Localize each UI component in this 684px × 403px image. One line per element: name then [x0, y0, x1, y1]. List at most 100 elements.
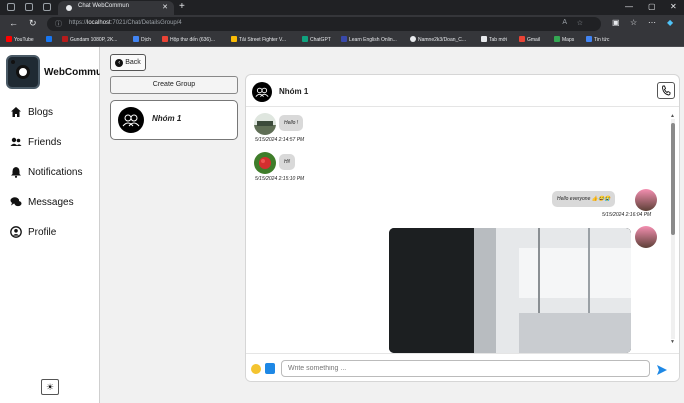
- group-users-icon: [255, 87, 269, 97]
- url-text: https://localhost:7021/Chat/DetailsGroup…: [69, 20, 182, 26]
- theme-toggle-button[interactable]: ☀: [41, 379, 59, 395]
- message-timestamp: 5/15/2024 2:15:10 PM: [255, 176, 305, 182]
- browser-tab[interactable]: Chat WebCommun ✕: [58, 1, 174, 15]
- split-screen-icon[interactable]: ▣: [612, 18, 620, 27]
- own-avatar[interactable]: [635, 226, 657, 248]
- bookmark-mailbox[interactable]: Hộp thư đến (636)...: [162, 36, 215, 43]
- sidebar: WebCommun Blogs Friends Notifications Me…: [0, 47, 108, 403]
- sidebar-item-friends[interactable]: Friends: [10, 134, 61, 150]
- app-root: WebCommun Blogs Friends Notifications Me…: [0, 47, 684, 403]
- message-image[interactable]: [389, 228, 631, 353]
- new-tab-button[interactable]: +: [179, 1, 185, 12]
- bookmark-street-fighter[interactable]: Tải Street Fighter V...: [231, 36, 286, 43]
- message-bubble: Hello !: [279, 115, 304, 131]
- sidebar-item-label: Messages: [28, 196, 74, 208]
- sidebar-item-label: Blogs: [28, 106, 54, 118]
- home-icon: [10, 106, 22, 118]
- more-menu-icon[interactable]: ⋯: [648, 18, 656, 27]
- group-list-item[interactable]: Nhóm 1: [110, 100, 238, 140]
- back-arrow-icon[interactable]: ←: [9, 18, 18, 28]
- bookmark-youtube[interactable]: YouTube: [6, 36, 34, 43]
- photo-content: [389, 228, 631, 353]
- sidebar-item-label: Profile: [28, 226, 57, 238]
- read-aloud-icon[interactable]: A: [562, 19, 567, 26]
- favorite-star-icon[interactable]: ☆: [577, 19, 583, 27]
- arrow-left-icon: ‹: [115, 58, 124, 67]
- bookmark-new-tab[interactable]: Tab mới: [481, 36, 507, 43]
- chat-scrollbar[interactable]: ▲ ▼: [670, 113, 675, 345]
- group-users-icon: [122, 114, 140, 127]
- bookmark-gundam[interactable]: Gundam 1080P, 2K...: [62, 36, 117, 43]
- sidebar-item-notifications[interactable]: Notifications: [10, 164, 82, 180]
- phone-icon: [662, 85, 671, 96]
- workspaces-icon[interactable]: [25, 3, 33, 11]
- group-name: Nhóm 1: [152, 114, 182, 123]
- chat-panel: Nhóm 1 Hello ! 5/15/2024 2:14:57 PM Hi! …: [245, 74, 680, 382]
- bookmark-news[interactable]: Tin tức: [586, 36, 609, 43]
- sidebar-item-label: Notifications: [28, 166, 83, 178]
- browser-tab-strip: Chat WebCommun ✕ + — ▢ ✕: [0, 0, 684, 15]
- copilot-icon[interactable]: ◆: [667, 18, 673, 27]
- own-avatar[interactable]: [635, 189, 657, 211]
- message-bubble: Hello everyone 👍😂😭: [552, 191, 616, 207]
- app-logo[interactable]: [6, 55, 40, 89]
- call-button[interactable]: [657, 82, 675, 99]
- main-content: ‹ Back Create Group Nhóm 1 Nhóm 1 Hello …: [100, 47, 684, 403]
- bookmark-github[interactable]: Namne2k3/Doan_C...: [410, 36, 466, 43]
- address-bar[interactable]: ⓘ https://localhost:7021/Chat/DetailsGro…: [47, 17, 601, 31]
- back-button[interactable]: ‹ Back: [110, 54, 146, 71]
- sidebar-item-blogs[interactable]: Blogs: [10, 104, 53, 120]
- comments-icon: [10, 196, 22, 208]
- send-icon[interactable]: [656, 363, 668, 375]
- maximize-icon[interactable]: ▢: [648, 2, 656, 11]
- brand-name: WebCommun: [44, 67, 109, 78]
- profile-icon[interactable]: [7, 3, 15, 11]
- reload-icon[interactable]: ↻: [29, 18, 37, 29]
- message-composer: [246, 353, 679, 381]
- users-icon: [10, 136, 22, 148]
- favorites-icon[interactable]: ☆: [630, 18, 637, 27]
- image-upload-icon[interactable]: [265, 363, 275, 374]
- avatar-image: [635, 226, 657, 248]
- tab-actions-icon[interactable]: [43, 3, 51, 11]
- bookmark-gmail[interactable]: Gmail: [519, 36, 540, 43]
- chat-group-avatar: [252, 82, 272, 102]
- bookmark-facebook[interactable]: [46, 36, 54, 43]
- avatar-image: [254, 113, 276, 135]
- bookmarks-bar: YouTube Gundam 1080P, 2K... Dịch Hộp thư…: [0, 33, 684, 47]
- scroll-down-icon[interactable]: ▼: [670, 339, 675, 345]
- message-bubble: Hi!: [279, 154, 296, 170]
- bookmark-learn-english[interactable]: Learn English Onlin...: [341, 36, 397, 43]
- message-input[interactable]: [281, 360, 650, 377]
- bookmark-translate[interactable]: Dịch: [133, 36, 151, 43]
- scroll-thumb[interactable]: [671, 123, 675, 235]
- sidebar-item-messages[interactable]: Messages: [10, 194, 74, 210]
- chat-header: Nhóm 1: [246, 75, 679, 107]
- message-timestamp: 5/15/2024 2:16:04 PM: [602, 212, 652, 218]
- bell-icon: [10, 166, 22, 178]
- avatar-image: [635, 189, 657, 211]
- tab-title: Chat WebCommun: [78, 3, 129, 9]
- user-circle-icon: [10, 226, 22, 238]
- message-timestamp: 5/15/2024 2:14:57 PM: [255, 137, 305, 143]
- close-window-icon[interactable]: ✕: [670, 2, 677, 11]
- chat-title: Nhóm 1: [279, 87, 309, 96]
- tab-favicon-icon: [66, 5, 72, 11]
- sidebar-item-label: Friends: [28, 136, 62, 148]
- bookmark-maps[interactable]: Maps: [554, 36, 574, 43]
- emoji-icon[interactable]: [251, 364, 261, 374]
- sender-avatar[interactable]: [254, 152, 276, 174]
- logo-lens: [16, 65, 30, 79]
- bookmark-chatgpt[interactable]: ChatGPT: [302, 36, 331, 43]
- sidebar-item-profile[interactable]: Profile: [10, 224, 56, 240]
- logo-dot: [11, 60, 15, 64]
- minimize-icon[interactable]: —: [625, 2, 633, 11]
- group-avatar: [118, 107, 144, 133]
- browser-toolbar: ← ↻ ⓘ https://localhost:7021/Chat/Detail…: [0, 15, 684, 33]
- sender-avatar[interactable]: [254, 113, 276, 135]
- back-button-label: Back: [125, 59, 141, 66]
- create-group-button[interactable]: Create Group: [110, 76, 238, 94]
- avatar-image: [254, 152, 276, 174]
- site-info-icon[interactable]: ⓘ: [55, 19, 62, 29]
- tab-close-icon[interactable]: ✕: [162, 3, 168, 11]
